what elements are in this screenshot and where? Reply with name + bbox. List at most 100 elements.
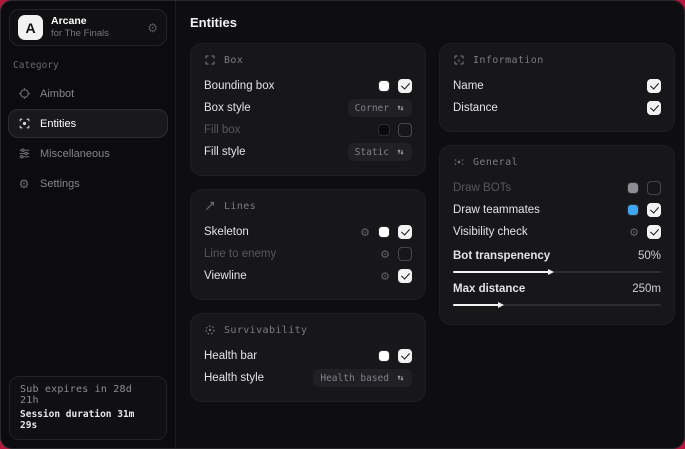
information-icon (453, 54, 465, 66)
bot-transparency-value: 50% (638, 250, 661, 262)
sliders-icon (17, 147, 31, 161)
general-icon (453, 156, 465, 168)
main-panel: Entities Box Bounding box (176, 1, 685, 448)
max-distance-row: Max distance 250m (453, 279, 661, 298)
skeleton-label: Skeleton (204, 226, 360, 238)
sidebar-item-label: Aimbot (40, 88, 74, 100)
bounding-box-checkbox[interactable] (398, 79, 412, 93)
distance-label: Distance (453, 102, 647, 114)
health-bar-label: Health bar (204, 350, 378, 362)
draw-teammates-checkbox[interactable] (647, 203, 661, 217)
max-distance-slider[interactable] (453, 304, 661, 306)
visibility-check-checkbox[interactable] (647, 225, 661, 239)
bounding-box-label: Bounding box (204, 80, 378, 92)
app-subtitle: for The Finals (51, 28, 139, 40)
app-logo: A (18, 15, 43, 40)
box-card-title: Box (224, 55, 243, 66)
box-card: Box Bounding box Box style Corner (190, 43, 426, 176)
sidebar-item-label: Settings (40, 178, 80, 190)
fill-box-row: Fill box (204, 119, 412, 141)
lines-card-title: Lines (224, 201, 256, 212)
line-to-enemy-label: Line to enemy (204, 248, 380, 260)
name-checkbox[interactable] (647, 79, 661, 93)
survivability-card-title: Survivability (224, 325, 307, 336)
draw-teammates-color-swatch[interactable] (627, 204, 639, 216)
draw-bots-row: Draw BOTs (453, 177, 661, 199)
name-label: Name (453, 80, 647, 92)
fill-style-label: Fill style (204, 146, 348, 158)
name-row: Name (453, 75, 661, 97)
survivability-card: Survivability Health bar Health style He… (190, 313, 426, 402)
max-distance-value: 250m (632, 283, 661, 295)
line-to-enemy-settings-icon[interactable]: ⚙ (380, 249, 390, 260)
fill-box-label: Fill box (204, 124, 378, 136)
distance-row: Distance (453, 97, 661, 119)
lines-icon (204, 200, 216, 212)
skeleton-checkbox[interactable] (398, 225, 412, 239)
draw-teammates-label: Draw teammates (453, 204, 627, 216)
entities-icon (17, 117, 31, 131)
sidebar-item-label: Entities (40, 118, 76, 130)
viewline-checkbox[interactable] (398, 269, 412, 283)
fill-style-row: Fill style Static (204, 141, 412, 163)
viewline-row: Viewline ⚙ (204, 265, 412, 287)
bot-transparency-row: Bot transpenency 50% (453, 246, 661, 265)
fill-style-dropdown[interactable]: Static (348, 143, 412, 161)
distance-checkbox[interactable] (647, 101, 661, 115)
draw-bots-color-swatch[interactable] (627, 182, 639, 194)
general-card-title: General (473, 157, 518, 168)
survivability-icon (204, 324, 216, 336)
health-bar-row: Health bar (204, 345, 412, 367)
app-window: A Arcane for The Finals ⚙ Category Aimbo… (0, 0, 685, 449)
sidebar-item-settings[interactable]: ⚙ Settings (8, 169, 168, 198)
line-to-enemy-checkbox[interactable] (398, 247, 412, 261)
bounding-box-row: Bounding box (204, 75, 412, 97)
visibility-check-settings-icon[interactable]: ⚙ (629, 227, 639, 238)
viewline-label: Viewline (204, 270, 380, 282)
session-card: Sub expires in 28d 21h Session duration … (9, 376, 167, 440)
max-distance-label: Max distance (453, 283, 632, 295)
crosshair-icon (17, 87, 31, 101)
health-bar-checkbox[interactable] (398, 349, 412, 363)
viewline-settings-icon[interactable]: ⚙ (380, 271, 390, 282)
box-style-dropdown[interactable]: Corner (348, 99, 412, 117)
health-bar-color-swatch[interactable] (378, 350, 390, 362)
skeleton-settings-icon[interactable]: ⚙ (360, 227, 370, 238)
sidebar-item-label: Miscellaneous (40, 148, 110, 160)
bot-transparency-label: Bot transpenency (453, 250, 638, 262)
visibility-check-label: Visibility check (453, 226, 629, 238)
page-title: Entities (190, 15, 675, 30)
app-card: A Arcane for The Finals ⚙ (9, 9, 167, 46)
box-style-row: Box style Corner (204, 97, 412, 119)
sidebar-item-entities[interactable]: Entities (8, 109, 168, 138)
bot-transparency-slider[interactable] (453, 271, 661, 273)
unfold-icon (396, 373, 405, 383)
sidebar-nav: Aimbot Entities Miscella (1, 79, 175, 198)
lines-card: Lines Skeleton ⚙ Line to enemy ⚙ (190, 189, 426, 300)
information-card: Information Name Distance (439, 43, 675, 132)
line-to-enemy-row: Line to enemy ⚙ (204, 243, 412, 265)
skeleton-color-swatch[interactable] (378, 226, 390, 238)
sidebar-item-aimbot[interactable]: Aimbot (8, 79, 168, 108)
gear-icon: ⚙ (17, 177, 31, 191)
general-card: General Draw BOTs Draw teammates (439, 145, 675, 325)
sidebar-item-miscellaneous[interactable]: Miscellaneous (8, 139, 168, 168)
health-style-dropdown[interactable]: Health based (313, 369, 412, 387)
box-style-label: Box style (204, 102, 348, 114)
box-icon (204, 54, 216, 66)
unfold-icon (396, 147, 405, 157)
fill-box-color-swatch[interactable] (378, 124, 390, 136)
skeleton-row: Skeleton ⚙ (204, 221, 412, 243)
health-style-label: Health style (204, 372, 313, 384)
app-name: Arcane (51, 15, 139, 28)
sidebar: A Arcane for The Finals ⚙ Category Aimbo… (1, 1, 176, 448)
header-gear-icon[interactable]: ⚙ (147, 21, 158, 35)
session-duration-text: Session duration 31m 29s (20, 409, 156, 431)
visibility-check-row: Visibility check ⚙ (453, 221, 661, 243)
information-card-title: Information (473, 55, 544, 66)
fill-box-checkbox[interactable] (398, 123, 412, 137)
draw-bots-checkbox[interactable] (647, 181, 661, 195)
sub-expiry-text: Sub expires in 28d 21h (20, 384, 156, 406)
bounding-box-color-swatch[interactable] (378, 80, 390, 92)
category-label: Category (13, 60, 163, 71)
